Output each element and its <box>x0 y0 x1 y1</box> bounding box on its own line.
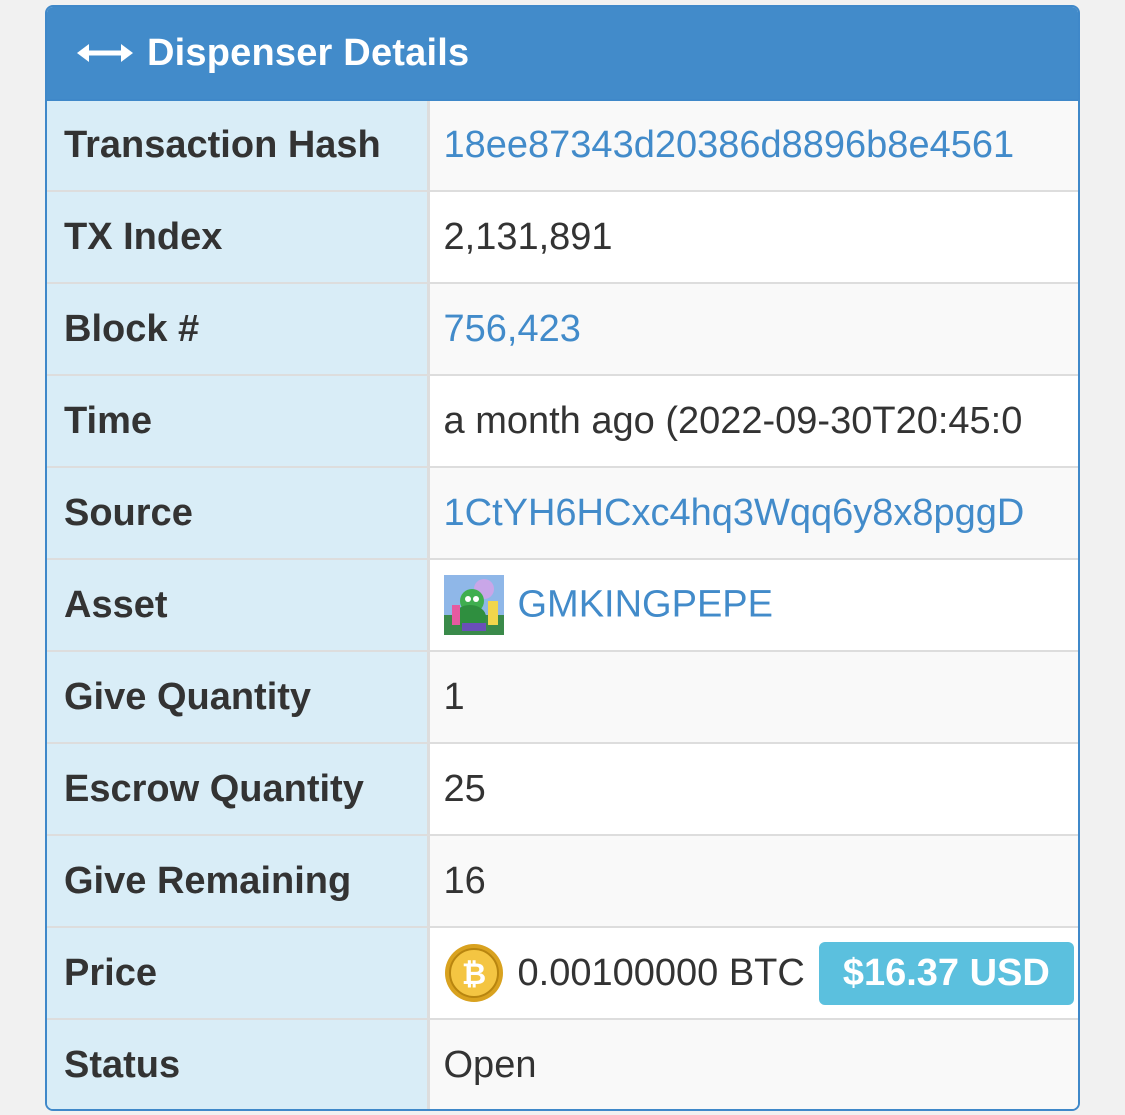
label-status: Status <box>47 1018 430 1109</box>
give-quantity-value: 1 <box>428 650 1078 743</box>
row-give-remaining: Give Remaining 16 <box>47 834 1078 927</box>
row-asset: Asset GMKINGPEPE <box>47 558 1078 651</box>
source-address-link[interactable]: 1CtYH6HCxc4hq3Wqq6y8x8pggD <box>444 492 1025 534</box>
label-price: Price <box>47 926 430 1019</box>
panel-title: Dispenser Details <box>147 31 470 74</box>
bitcoin-icon: ₿ <box>444 943 504 1003</box>
price-value: 0.00100000 BTC <box>517 951 805 994</box>
horizontal-arrows-icon <box>77 41 133 65</box>
row-escrow-quantity: Escrow Quantity 25 <box>47 742 1078 835</box>
row-tx-index: TX Index 2,131,891 <box>47 190 1078 283</box>
label-time: Time <box>47 374 430 467</box>
label-tx-index: TX Index <box>47 190 430 283</box>
time-value: a month ago (2022-09-30T20:45:0 <box>428 374 1078 467</box>
row-status: Status Open <box>47 1018 1078 1109</box>
asset-link[interactable]: GMKINGPEPE <box>518 584 774 626</box>
label-source: Source <box>47 466 430 559</box>
row-price: Price ₿ 0.00100000 BTC $16.37 USD <box>47 926 1078 1019</box>
row-transaction-hash: Transaction Hash 18ee87343d20386d8896b8e… <box>47 101 1078 191</box>
label-give-quantity: Give Quantity <box>47 650 430 743</box>
label-escrow-quantity: Escrow Quantity <box>47 742 430 835</box>
label-transaction-hash: Transaction Hash <box>47 101 430 191</box>
label-block: Block # <box>47 282 430 375</box>
label-give-remaining: Give Remaining <box>47 834 430 927</box>
block-link[interactable]: 756,423 <box>444 308 581 350</box>
svg-text:₿: ₿ <box>461 957 485 992</box>
usd-price-badge: $16.37 USD <box>818 941 1074 1005</box>
row-source: Source 1CtYH6HCxc4hq3Wqq6y8x8pggD <box>47 466 1078 559</box>
tx-index-value: 2,131,891 <box>428 190 1078 283</box>
status-value: Open <box>428 1018 1078 1109</box>
dispenser-details-panel: Dispenser Details Transaction Hash 18ee8… <box>45 5 1080 1111</box>
row-block: Block # 756,423 <box>47 282 1078 375</box>
asset-thumbnail-icon[interactable] <box>443 575 504 635</box>
row-time: Time a month ago (2022-09-30T20:45:0 <box>47 374 1078 467</box>
row-give-quantity: Give Quantity 1 <box>47 650 1078 743</box>
panel-header: Dispenser Details <box>47 7 1078 101</box>
details-table: Transaction Hash 18ee87343d20386d8896b8e… <box>47 101 1078 1109</box>
give-remaining-value: 16 <box>428 834 1078 927</box>
transaction-hash-link[interactable]: 18ee87343d20386d8896b8e4561 <box>444 124 1015 166</box>
label-asset: Asset <box>47 558 430 651</box>
escrow-quantity-value: 25 <box>428 742 1078 835</box>
